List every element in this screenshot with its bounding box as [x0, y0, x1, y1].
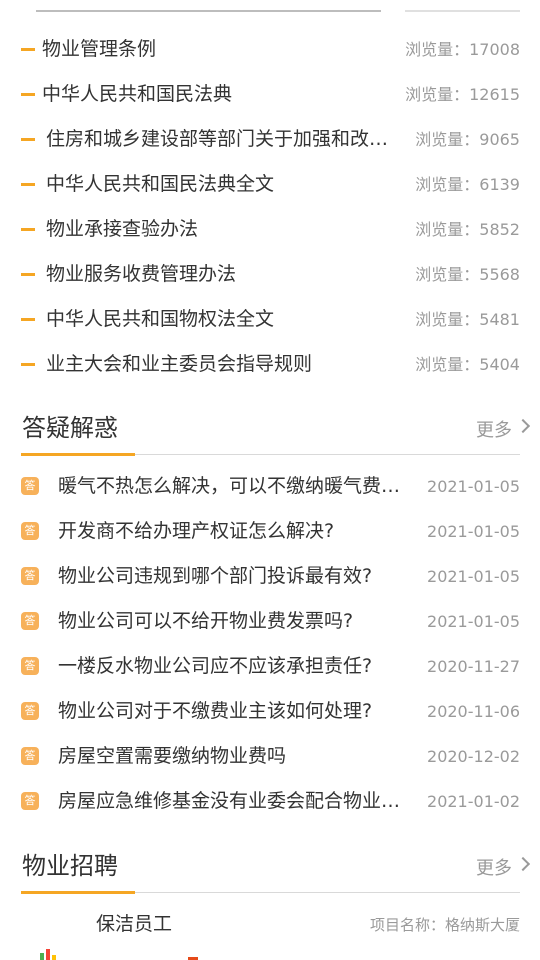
law-title: 物业承接查验办法: [46, 218, 199, 240]
question-title: 房屋应急维修基金没有业委会配合物业怎么办: [58, 790, 410, 812]
law-title: 中华人民共和国民法典全文: [46, 173, 275, 195]
qa-section-header: 答疑解惑 更多: [0, 412, 540, 456]
more-link[interactable]: 更多: [476, 418, 512, 444]
list-item[interactable]: 物业承接查验办法 浏览量：5852: [0, 206, 540, 251]
bullet-dash-icon: [21, 93, 35, 96]
question-date: 2021-01-05: [427, 612, 520, 631]
more-link[interactable]: 更多: [476, 856, 512, 882]
view-count: 浏览量：5568: [415, 265, 520, 284]
question-date: 2021-01-05: [427, 477, 520, 496]
job-project: 项目名称：格纳斯大厦: [369, 916, 520, 934]
law-title: 业主大会和业主委员会指导规则: [46, 353, 313, 375]
view-count: 浏览量：5404: [415, 355, 520, 374]
section-accent-bar: [21, 453, 135, 456]
question-date: 2021-01-02: [427, 792, 520, 811]
question-date: 2021-01-05: [427, 522, 520, 541]
list-item[interactable]: 答 物业公司违规到哪个部门投诉最有效? 2021-01-05: [0, 554, 540, 599]
section-accent-bar: [21, 891, 135, 894]
list-item[interactable]: 中华人民共和国物权法全文 浏览量：5481: [0, 296, 540, 341]
answer-badge-icon: 答: [21, 522, 39, 540]
section-divider: [36, 10, 381, 12]
answer-badge-icon: 答: [21, 612, 39, 630]
job-title: 保洁员工: [96, 913, 173, 935]
question-title: 暖气不热怎么解决，可以不缴纳暖气费吗？: [58, 475, 410, 497]
list-item[interactable]: 物业服务收费管理办法 浏览量：5568: [0, 251, 540, 296]
question-title: 物业公司可以不给开物业费发票吗?: [58, 610, 354, 632]
view-count: 浏览量：9065: [415, 130, 520, 149]
jobs-section-header: 物业招聘 更多: [0, 850, 540, 894]
section-title: 答疑解惑: [22, 414, 118, 442]
chevron-right-icon[interactable]: [515, 418, 531, 434]
answer-badge-icon: 答: [21, 747, 39, 765]
list-item[interactable]: 答 物业公司可以不给开物业费发票吗? 2021-01-05: [0, 599, 540, 644]
answer-badge-icon: 答: [21, 702, 39, 720]
chevron-right-icon[interactable]: [515, 856, 531, 872]
list-item[interactable]: 答 房屋应急维修基金没有业委会配合物业怎么办 2021-01-02: [0, 779, 540, 824]
answer-badge-icon: 答: [21, 567, 39, 585]
answer-badge-icon: 答: [21, 792, 39, 810]
view-count: 浏览量：5852: [415, 220, 520, 239]
list-item[interactable]: 答 一楼反水物业公司应不应该承担责任? 2020-11-27: [0, 644, 540, 689]
list-item[interactable]: 答 物业公司对于不缴费业主该如何处理? 2020-11-06: [0, 689, 540, 734]
view-count: 浏览量：6139: [415, 175, 520, 194]
list-item[interactable]: 答 暖气不热怎么解决，可以不缴纳暖气费吗？ 2021-01-05: [0, 464, 540, 509]
job-card[interactable]: 保洁员工 项目名称：格纳斯大厦: [0, 905, 540, 960]
question-date: 2021-01-05: [427, 567, 520, 586]
bullet-dash-icon: [21, 183, 35, 186]
section-title: 物业招聘: [22, 852, 118, 880]
bullet-dash-icon: [21, 318, 35, 321]
law-title: 住房和城乡建设部等部门关于加强和改进住宅物业管理工作的通知: [46, 128, 398, 150]
list-item[interactable]: 中华人民共和国民法典 浏览量：12615: [0, 71, 540, 116]
list-item[interactable]: 答 房屋空置需要缴纳物业费吗 2020-12-02: [0, 734, 540, 779]
question-title: 物业公司违规到哪个部门投诉最有效?: [58, 565, 373, 587]
question-title: 房屋空置需要缴纳物业费吗: [58, 745, 287, 767]
view-count: 浏览量：12615: [405, 85, 520, 104]
view-count: 浏览量：17008: [405, 40, 520, 59]
previous-section-header-cutoff: [0, 0, 540, 16]
law-title: 中华人民共和国物权法全文: [46, 308, 275, 330]
law-title: 物业服务收费管理办法: [46, 263, 237, 285]
question-date: 2020-11-27: [427, 657, 520, 676]
question-title: 物业公司对于不缴费业主该如何处理?: [58, 700, 373, 722]
question-date: 2020-12-02: [427, 747, 520, 766]
list-item[interactable]: 物业管理条例 浏览量：17008: [0, 26, 540, 71]
question-date: 2020-11-06: [427, 702, 520, 721]
qa-list: 答 暖气不热怎么解决，可以不缴纳暖气费吗？ 2021-01-05 答 开发商不给…: [0, 464, 540, 824]
question-title: 一楼反水物业公司应不应该承担责任?: [58, 655, 373, 677]
company-logo-icon: [40, 949, 56, 960]
list-item[interactable]: 业主大会和业主委员会指导规则 浏览量：5404: [0, 341, 540, 386]
section-divider: [405, 10, 520, 12]
law-list: 物业管理条例 浏览量：17008 中华人民共和国民法典 浏览量：12615 住房…: [0, 26, 540, 386]
view-count: 浏览量：5481: [415, 310, 520, 329]
law-title: 中华人民共和国民法典: [42, 83, 233, 105]
bullet-dash-icon: [21, 228, 35, 231]
bullet-dash-icon: [21, 48, 35, 51]
answer-badge-icon: 答: [21, 657, 39, 675]
list-item[interactable]: 答 开发商不给办理产权证怎么解决? 2021-01-05: [0, 509, 540, 554]
law-title: 物业管理条例: [42, 38, 157, 60]
bullet-dash-icon: [21, 273, 35, 276]
bullet-dash-icon: [21, 363, 35, 366]
bullet-dash-icon: [21, 138, 35, 141]
question-title: 开发商不给办理产权证怎么解决?: [58, 520, 335, 542]
list-item[interactable]: 住房和城乡建设部等部门关于加强和改进住宅物业管理工作的通知 浏览量：9065: [0, 116, 540, 161]
answer-badge-icon: 答: [21, 477, 39, 495]
list-item[interactable]: 中华人民共和国民法典全文 浏览量：6139: [0, 161, 540, 206]
